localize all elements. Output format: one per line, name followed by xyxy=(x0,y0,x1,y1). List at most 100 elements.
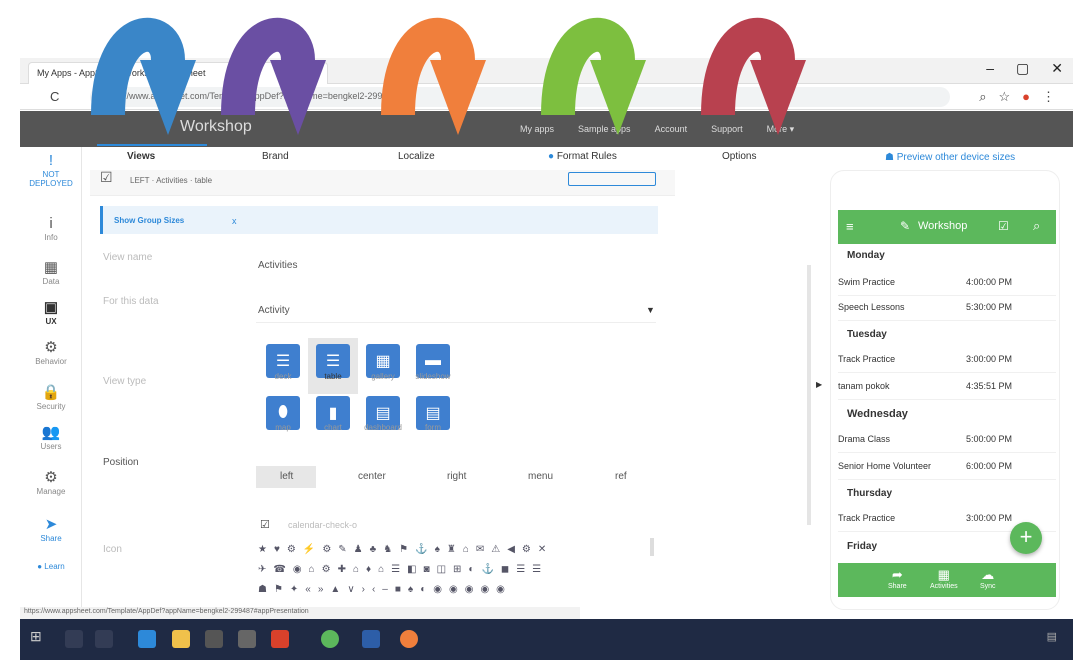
list-item[interactable]: Track Practice 3:00:00 PM xyxy=(838,348,1056,373)
icon-picker-grid[interactable]: ★♥⚙⚡⚙✎♟♣♞⚑⚓♠♜⌂✉⚠◀⚙✕ ✈☎◉⌂⚙✚⌂♦⌂☰◧◙◫⊞◐⚓◼☰☰ ☗⚑… xyxy=(258,540,648,600)
position-menu[interactable]: menu xyxy=(528,471,553,482)
app-name: Workshop xyxy=(180,118,252,135)
sidebar-label: Manage xyxy=(36,487,66,496)
menu-my-apps[interactable]: My apps xyxy=(520,124,554,135)
sidebar-item-users[interactable]: 👥 Users xyxy=(20,423,82,451)
tab-options[interactable]: Options xyxy=(722,151,756,162)
file-explorer-icon[interactable] xyxy=(172,630,190,648)
browser-toolbar: ⌕ ☆ ● ⋮ xyxy=(979,89,1055,105)
list-item[interactable]: Speech Lessons 5:30:00 PM xyxy=(838,296,1056,321)
star-icon[interactable]: ☆ xyxy=(998,89,1010,105)
word-icon[interactable] xyxy=(362,630,380,648)
nav-label: Activities xyxy=(930,583,958,590)
hamburger-icon[interactable]: ≡ xyxy=(846,219,854,234)
table-icon: ▦ xyxy=(43,259,59,276)
windows-start-icon[interactable]: ⊞ xyxy=(30,628,42,645)
sidebar-label: NOT DEPLOYED xyxy=(29,170,73,188)
sidebar-item-behavior[interactable]: ⚙ Behavior xyxy=(20,338,82,366)
app-logo-icon: ✎ xyxy=(900,219,911,233)
form-label: form xyxy=(425,423,441,432)
close-button[interactable]: ✕ xyxy=(1051,60,1063,77)
position-center[interactable]: center xyxy=(358,471,386,482)
alert-icon: ! xyxy=(48,152,54,169)
position-right[interactable]: right xyxy=(447,471,466,482)
firefox-icon[interactable] xyxy=(400,630,418,648)
extension-icon[interactable]: ● xyxy=(1022,89,1030,105)
sidebar-item-security[interactable]: 🔒 Security xyxy=(20,383,82,411)
icon-label: Icon xyxy=(103,544,122,555)
nav-share[interactable]: ➦ Share xyxy=(888,567,907,590)
sidebar-item-ux[interactable]: ▣ UX xyxy=(20,298,82,326)
position-ref[interactable]: ref xyxy=(615,471,627,482)
sidebar-item-learn[interactable]: ● Learn xyxy=(20,562,82,571)
day-header: Wednesday xyxy=(847,408,908,420)
sidebar-item-info[interactable]: i Info xyxy=(20,215,82,242)
add-button[interactable]: + xyxy=(1010,522,1042,554)
gallery-label: gallery xyxy=(371,372,395,381)
edit-icon[interactable]: ☑ xyxy=(998,219,1009,233)
list-item[interactable]: tanam pokok 4:35:51 PM xyxy=(838,375,1056,400)
notifications-icon[interactable]: ▤ xyxy=(1047,630,1057,643)
event-name: Senior Home Volunteer xyxy=(838,461,932,471)
list-item[interactable]: Swim Practice 4:00:00 PM xyxy=(838,271,1056,296)
maximize-button[interactable]: ▢ xyxy=(1016,60,1029,77)
icon-scrollbar[interactable] xyxy=(650,538,654,556)
nav-sync[interactable]: ☁ Sync xyxy=(980,567,996,590)
for-this-data-select[interactable]: Activity xyxy=(258,305,290,316)
calendar-check-icon: ☑ xyxy=(260,519,270,531)
menu-account[interactable]: Account xyxy=(655,124,688,135)
view-collapse-icon[interactable]: ☑ xyxy=(100,169,113,186)
sidebar-item-share[interactable]: ➤ Share xyxy=(20,515,82,543)
menu-more[interactable]: More ▾ xyxy=(767,124,795,135)
minimize-button[interactable]: – xyxy=(986,60,994,77)
edge-icon[interactable] xyxy=(138,630,156,648)
list-item[interactable]: Senior Home Volunteer 6:00:00 PM xyxy=(838,455,1056,480)
banner-close-button[interactable]: x xyxy=(232,216,237,226)
view-action-buttons[interactable] xyxy=(568,172,656,186)
menu-sample-apps[interactable]: Sample apps xyxy=(578,124,631,135)
tab-views[interactable]: Views xyxy=(127,151,155,162)
day-header: Thursday xyxy=(847,488,893,499)
nav-activities[interactable]: ▦ Activities xyxy=(930,567,958,590)
menu-icon[interactable]: ⋮ xyxy=(1042,89,1055,105)
preview-device-sizes-link[interactable]: ☗ Preview other device sizes xyxy=(885,152,1015,163)
sidebar-item-not-deployed[interactable]: ! NOT DEPLOYED xyxy=(20,152,82,188)
day-header: Tuesday xyxy=(847,329,887,340)
url-input[interactable]: https://www.appsheet.com/Template/AppDef… xyxy=(90,87,950,107)
event-time: 3:00:00 PM xyxy=(966,513,1013,523)
search-taskbar-icon[interactable] xyxy=(65,630,83,648)
position-label: Position xyxy=(103,457,139,468)
menu-support[interactable]: Support xyxy=(711,124,743,135)
event-time: 6:00:00 PM xyxy=(966,461,1013,471)
sidebar-label: Behavior xyxy=(35,357,67,366)
position-left[interactable]: left xyxy=(280,471,293,482)
view-name-input[interactable]: Activities xyxy=(258,260,297,271)
event-name: Swim Practice xyxy=(838,277,896,287)
sidebar-item-manage[interactable]: ⚙ Manage xyxy=(20,468,82,496)
sidebar-item-data[interactable]: ▦ Data xyxy=(20,258,82,286)
window-controls: – ▢ ✕ xyxy=(986,60,1063,77)
reload-icon[interactable]: C xyxy=(50,89,59,104)
search-icon[interactable]: ⌕ xyxy=(1033,218,1040,234)
tab-brand[interactable]: Brand xyxy=(262,151,289,162)
task-view-icon[interactable] xyxy=(95,630,113,648)
day-header: Friday xyxy=(847,541,878,552)
event-time: 4:00:00 PM xyxy=(966,277,1013,287)
chevron-down-icon[interactable]: ▼ xyxy=(646,305,655,315)
browser-tab[interactable]: My Apps - AppSheet: Workshop AppSheet xyxy=(28,62,328,84)
banner-text: Show Group Sizes xyxy=(114,216,185,225)
media-icon[interactable] xyxy=(205,630,223,648)
app-red-icon[interactable] xyxy=(271,630,289,648)
preview-scrollbar[interactable] xyxy=(807,265,811,525)
zoom-icon[interactable]: ⌕ xyxy=(979,89,986,105)
collapse-arrow-icon[interactable]: ▶ xyxy=(816,380,822,389)
list-item[interactable]: Drama Class 5:00:00 PM xyxy=(838,428,1056,453)
event-time: 5:30:00 PM xyxy=(966,302,1013,312)
store-icon[interactable] xyxy=(238,630,256,648)
chrome-icon[interactable] xyxy=(321,630,339,648)
day-header: Monday xyxy=(847,250,885,261)
tab-format-rules[interactable]: ● Format Rules xyxy=(548,151,617,162)
tab-localize[interactable]: Localize xyxy=(398,151,435,162)
phone-bottom-nav: ➦ Share ▦ Activities ☁ Sync xyxy=(838,563,1056,597)
icon-search-input[interactable]: calendar-check-o xyxy=(288,520,357,530)
